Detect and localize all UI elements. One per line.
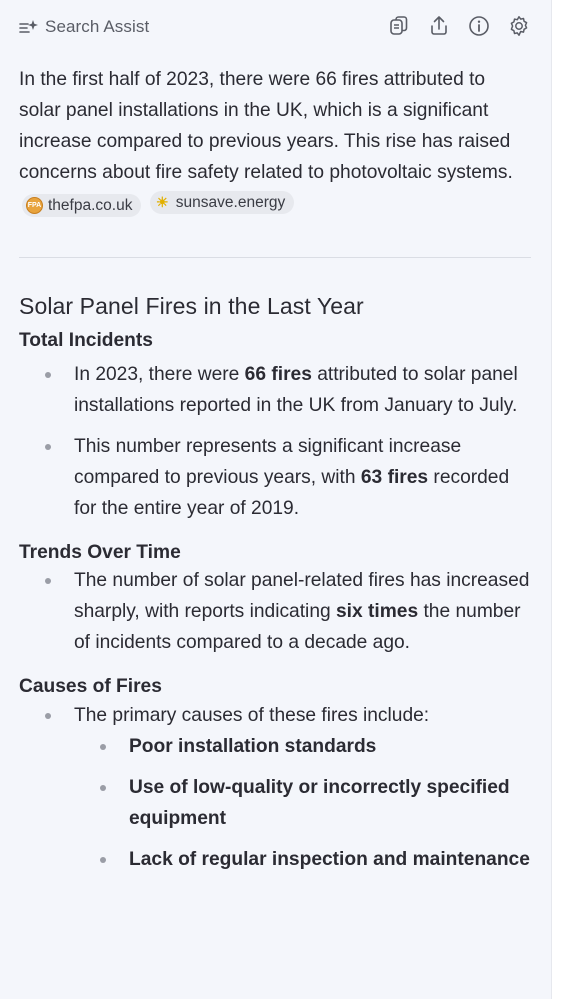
total-incidents-list: In 2023, there were 66 fires attributed … [19, 359, 531, 524]
bold-text: 66 fires [244, 364, 312, 385]
answer-content: In the first half of 2023, there were 66… [19, 64, 531, 875]
share-button[interactable] [427, 14, 451, 38]
list-item: The number of solar panel-related fires … [19, 565, 531, 658]
list-item: Poor installation standards [19, 731, 531, 762]
list-item: The primary causes of these fires includ… [19, 700, 531, 731]
info-button[interactable] [467, 14, 491, 38]
source-chip-thefpa[interactable]: FPA thefpa.co.uk [22, 194, 142, 217]
copy-button[interactable] [387, 14, 411, 38]
settings-button[interactable] [507, 14, 531, 38]
trends-heading: Trends Over Time [19, 542, 181, 563]
toolbar [371, 14, 531, 38]
panel-title: Search Assist [45, 17, 150, 36]
intro-text: In the first half of 2023, there were 66… [19, 69, 513, 183]
bold-text: 63 fires [360, 467, 429, 488]
settings-icon [510, 16, 528, 36]
intro-paragraph: In the first half of 2023, there were 66… [19, 64, 531, 219]
copy-icon [390, 16, 408, 35]
causes-heading: Causes of Fires [19, 676, 162, 697]
list-item: This number represents a significant inc… [19, 431, 531, 524]
total-incidents-heading: Total Incidents [19, 330, 153, 351]
list-item: Use of low-quality or incorrectly specif… [19, 772, 531, 834]
info-icon [469, 16, 489, 36]
source-label: thefpa.co.uk [48, 197, 133, 214]
share-icon [431, 16, 447, 35]
causes-list: The primary causes of these fires includ… [19, 700, 531, 875]
bold-text: six times [336, 601, 419, 622]
source-chip-sunsave[interactable]: ☀ sunsave.energy [149, 191, 295, 214]
trends-list: The number of solar panel-related fires … [19, 565, 531, 658]
divider [19, 257, 531, 258]
list-item: In 2023, there were 66 fires attributed … [19, 359, 531, 421]
sun-favicon-icon: ☀ [156, 194, 169, 210]
text: In 2023, there were [74, 364, 245, 385]
section-heading: Solar Panel Fires in the Last Year [19, 293, 364, 319]
list-item: Lack of regular inspection and maintenan… [19, 844, 531, 875]
fpa-favicon-icon: FPA [26, 197, 43, 214]
search-assist-panel: Search Assist In the first half of 2023,… [0, 0, 552, 999]
topbar: Search Assist [0, 0, 552, 56]
assist-sparkle-icon [19, 20, 38, 33]
source-label: sunsave.energy [175, 194, 286, 211]
brand: Search Assist [19, 17, 149, 37]
